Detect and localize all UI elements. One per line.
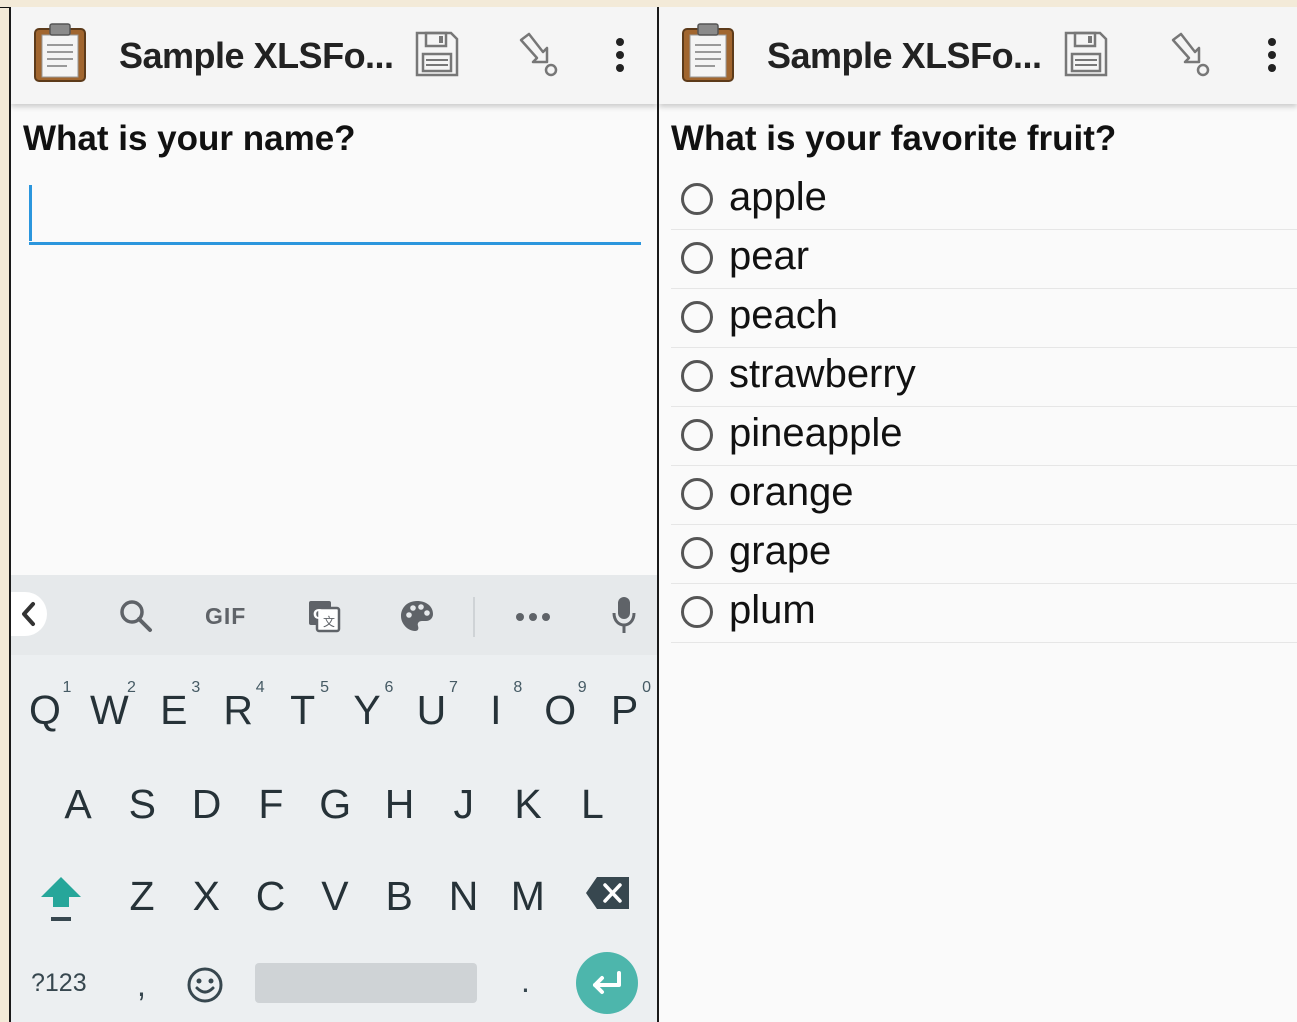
option-label: peach: [729, 293, 838, 337]
key-m[interactable]: M: [500, 873, 556, 920]
question-label: What is your name?: [23, 119, 356, 158]
backspace-icon[interactable]: [585, 875, 631, 911]
key-b[interactable]: B: [371, 873, 427, 920]
key-f[interactable]: F: [243, 781, 299, 828]
key-g[interactable]: G: [307, 781, 363, 828]
key-j[interactable]: J: [436, 781, 492, 828]
app-bar: Sample XLSFo...: [11, 7, 657, 104]
key-hint-8: 8: [513, 679, 523, 696]
key-d[interactable]: D: [179, 781, 235, 828]
key-h[interactable]: H: [372, 781, 428, 828]
key-hint-9: 9: [577, 679, 587, 696]
space-bar[interactable]: [255, 963, 477, 1003]
emoji-icon[interactable]: [185, 965, 225, 1005]
translate-icon[interactable]: G 文: [307, 599, 341, 633]
svg-text:文: 文: [323, 614, 335, 629]
shift-icon[interactable]: [39, 875, 83, 925]
key-hint-1: 1: [62, 679, 72, 696]
key-hint-2: 2: [126, 679, 136, 696]
option-label: grape: [729, 529, 832, 573]
go-to-prompt-icon[interactable]: [515, 32, 561, 78]
microphone-icon[interactable]: [611, 595, 637, 637]
option-plum[interactable]: plum: [671, 584, 1297, 643]
palette-icon[interactable]: [399, 599, 435, 633]
clipboard-icon: [34, 23, 86, 82]
key-l[interactable]: L: [564, 781, 620, 828]
option-label: orange: [729, 470, 854, 514]
app-title: Sample XLSFo...: [119, 35, 394, 76]
save-icon[interactable]: [414, 30, 460, 78]
key-hint-0: 0: [642, 679, 652, 696]
key-a[interactable]: A: [50, 781, 106, 828]
app-bar: Sample XLSFo...: [659, 7, 1297, 104]
toolbar-divider: [473, 597, 475, 637]
keyboard-toolbar: GIF G 文: [11, 575, 657, 655]
left-screen: Sample XLSFo... What is your name? GIF G…: [11, 7, 659, 1022]
key-v[interactable]: V: [307, 873, 363, 920]
option-strawberry[interactable]: strawberry: [671, 348, 1297, 407]
gif-button[interactable]: GIF: [205, 603, 246, 630]
app-title: Sample XLSFo...: [767, 35, 1042, 76]
radio-button[interactable]: [681, 419, 713, 451]
key-c[interactable]: C: [243, 873, 299, 920]
soft-keyboard: GIF G 文 Q 1 W 2 E 3 R 4 T 5 Y 6 U 7 I 8 …: [11, 575, 657, 1022]
key-n[interactable]: N: [436, 873, 492, 920]
option-apple[interactable]: apple: [671, 171, 1297, 230]
key-hint-7: 7: [448, 679, 458, 696]
key-hint-3: 3: [191, 679, 201, 696]
radio-button[interactable]: [681, 596, 713, 628]
text-cursor: [29, 185, 32, 241]
radio-button[interactable]: [681, 360, 713, 392]
more-options-icon[interactable]: [1259, 35, 1285, 75]
question-label: What is your favorite fruit?: [671, 119, 1117, 158]
key-k[interactable]: K: [500, 781, 556, 828]
name-input[interactable]: [29, 183, 641, 245]
key-s[interactable]: S: [114, 781, 170, 828]
key-z[interactable]: Z: [114, 873, 170, 920]
save-icon[interactable]: [1063, 30, 1109, 78]
option-label: pear: [729, 234, 810, 278]
comma-key[interactable]: ,: [137, 967, 146, 1004]
more-options-icon[interactable]: [607, 35, 633, 75]
radio-button[interactable]: [681, 537, 713, 569]
key-hint-6: 6: [384, 679, 394, 696]
key-hint-4: 4: [255, 679, 265, 696]
period-key[interactable]: .: [521, 963, 530, 1000]
enter-icon[interactable]: [575, 951, 639, 1015]
option-label: strawberry: [729, 352, 916, 396]
option-pineapple[interactable]: pineapple: [671, 407, 1297, 466]
key-hint-5: 5: [320, 679, 330, 696]
option-pear[interactable]: pear: [671, 230, 1297, 289]
right-screen: Sample XLSFo... What is your favorite fr…: [659, 7, 1297, 1022]
radio-button[interactable]: [681, 478, 713, 510]
radio-button[interactable]: [681, 242, 713, 274]
option-grape[interactable]: grape: [671, 525, 1297, 584]
radio-button[interactable]: [681, 301, 713, 333]
option-orange[interactable]: orange: [671, 466, 1297, 525]
more-horizontal-icon[interactable]: [515, 612, 551, 622]
search-icon[interactable]: [119, 599, 153, 633]
go-to-prompt-icon[interactable]: [1167, 32, 1213, 78]
option-peach[interactable]: peach: [671, 289, 1297, 348]
symbols-key[interactable]: ?123: [31, 969, 87, 998]
chevron-left-icon[interactable]: [11, 592, 47, 636]
key-x[interactable]: X: [178, 873, 234, 920]
option-label: apple: [729, 175, 827, 219]
radio-button[interactable]: [681, 183, 713, 215]
option-label: pineapple: [729, 411, 903, 455]
clipboard-icon: [682, 23, 734, 82]
option-label: plum: [729, 588, 816, 632]
